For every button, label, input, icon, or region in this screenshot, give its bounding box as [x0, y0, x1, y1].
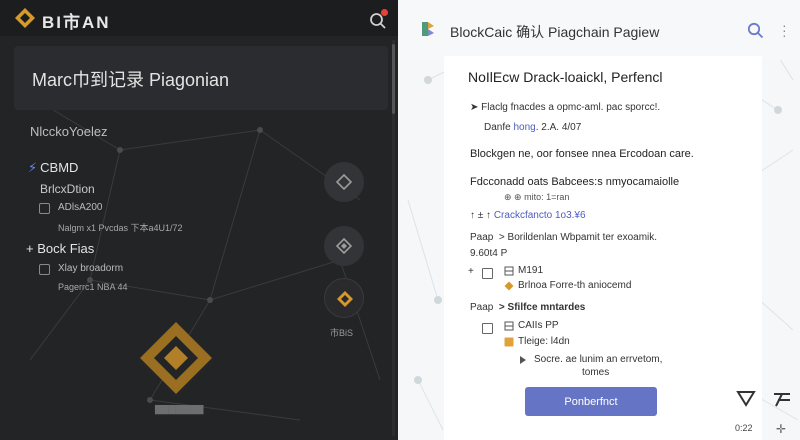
author-link[interactable]: hong: [513, 122, 535, 133]
bolt-icon: ⚡: [28, 160, 38, 175]
nav-row: ↑ ± ↑ Crackcfancto 1o3.¥6: [470, 210, 586, 221]
main-card: NoIlEcw Drack-loaickl, Perfencl ➤ Flaclg…: [444, 56, 762, 440]
add-marker[interactable]: +: [468, 266, 474, 277]
time-readout: 0:22: [735, 423, 753, 433]
chevron-right-icon: ➤: [470, 102, 482, 113]
tag-icon: [504, 337, 514, 347]
group-cbmd-sub: BrlcxDtion: [40, 182, 95, 196]
diamond-outline-icon: [335, 237, 353, 255]
expand-arrow-icon[interactable]: [518, 355, 528, 365]
item-m191-sub: Brlnoa Forre-th aniocemd: [518, 280, 632, 291]
group-bock-fias-head[interactable]: + Bock Fias: [26, 241, 94, 256]
blockchain-logo-icon[interactable]: [420, 20, 436, 38]
path-row-1[interactable]: Paap > Borildenlan Wbpamit ter exoamik.: [470, 232, 657, 243]
side-button-1[interactable]: [324, 162, 364, 202]
filter-icon[interactable]: [736, 388, 756, 408]
section-title: NlcckoYoelez: [30, 124, 108, 139]
row-adisa-sub: Nalgm x1 Pvcdas 下本a4U1/72: [58, 223, 183, 233]
left-panel: BI市AN Marc巾到记录 Piagonian NlcckoYoelez ⚡ C…: [0, 0, 398, 440]
checkbox-m191[interactable]: [482, 268, 493, 279]
diamond-icon: [335, 173, 353, 191]
info-line-1: ➤ Flaclg fnacdes a opmc-aml. pac sporcc!…: [470, 102, 661, 113]
crackcfancto-link[interactable]: Crackcfancto 1o3.¥6: [494, 210, 586, 221]
move-icon[interactable]: ✛: [776, 422, 786, 436]
large-logo-caption: ▇▇▇▇▇▇▇: [155, 404, 204, 414]
primary-button[interactable]: Ponberfnct: [525, 387, 657, 416]
checkbox-calls[interactable]: [482, 323, 493, 334]
item-m191: M191: [518, 265, 544, 276]
item-socre: Socre. ae lunim an errvetom,: [534, 354, 663, 365]
block-icon-2: [504, 321, 514, 331]
item-tomes: tomes: [582, 367, 610, 378]
binance-small-icon: [504, 281, 514, 291]
header-title: BlockCaic 确认 Piagchain Pagiew: [450, 24, 660, 40]
description-2: Fdcconadd oats Babcees:s nmyocamaiolle: [470, 176, 680, 188]
checkbox-adisa[interactable]: [39, 203, 50, 214]
side-caption: 市BiS: [330, 328, 354, 338]
checkbox-xlay[interactable]: [39, 264, 50, 275]
hero-card: Marc巾到记录 Piagonian: [14, 46, 388, 110]
item-tleige: Tleige: l4dn: [518, 336, 570, 347]
sort-icon[interactable]: [772, 390, 792, 408]
description-1: Blockgen ne, oor fonsee nnea Ercodoan ca…: [470, 148, 694, 160]
meta-line: ⊕ ⊕ mito: 1=ran: [504, 192, 570, 202]
hero-title: Marc巾到记录 Piagonian: [32, 70, 230, 90]
more-menu-icon[interactable]: · · ·: [782, 18, 787, 42]
notification-badge: [381, 9, 388, 16]
side-button-binance[interactable]: [324, 278, 364, 318]
left-scrollbar-thumb[interactable]: [392, 44, 395, 114]
item-calls: CAIIs PP: [518, 320, 559, 331]
brand-name: BI市AN: [42, 13, 111, 32]
large-logo-icon: [140, 322, 212, 394]
row-xlay-sub: Pagerrc1 NBA 44: [58, 282, 128, 292]
info-line-2: Danfe hong. 2.A. 4/07: [484, 122, 582, 133]
row-adisa-title: ADlsA200: [58, 202, 103, 213]
binance-icon: [337, 291, 353, 307]
block-icon: [504, 266, 514, 276]
row-xlay-title: Xlay broadorm: [58, 263, 124, 274]
date-row: 9.60t4 P: [470, 248, 508, 259]
right-panel: BlockCaic 确认 Piagchain Pagiew · · · NoIlEc…: [398, 0, 800, 440]
card-title: NoIlEcw Drack-loaickl, Perfencl: [468, 69, 663, 85]
path-row-2[interactable]: Paap > Sfilfce mntardes: [470, 302, 585, 313]
side-button-2[interactable]: [324, 226, 364, 266]
search-icon-right[interactable]: [747, 22, 764, 39]
group-cbmd-head[interactable]: ⚡ CBMD: [28, 160, 78, 176]
brand-logo-icon[interactable]: [14, 7, 36, 29]
